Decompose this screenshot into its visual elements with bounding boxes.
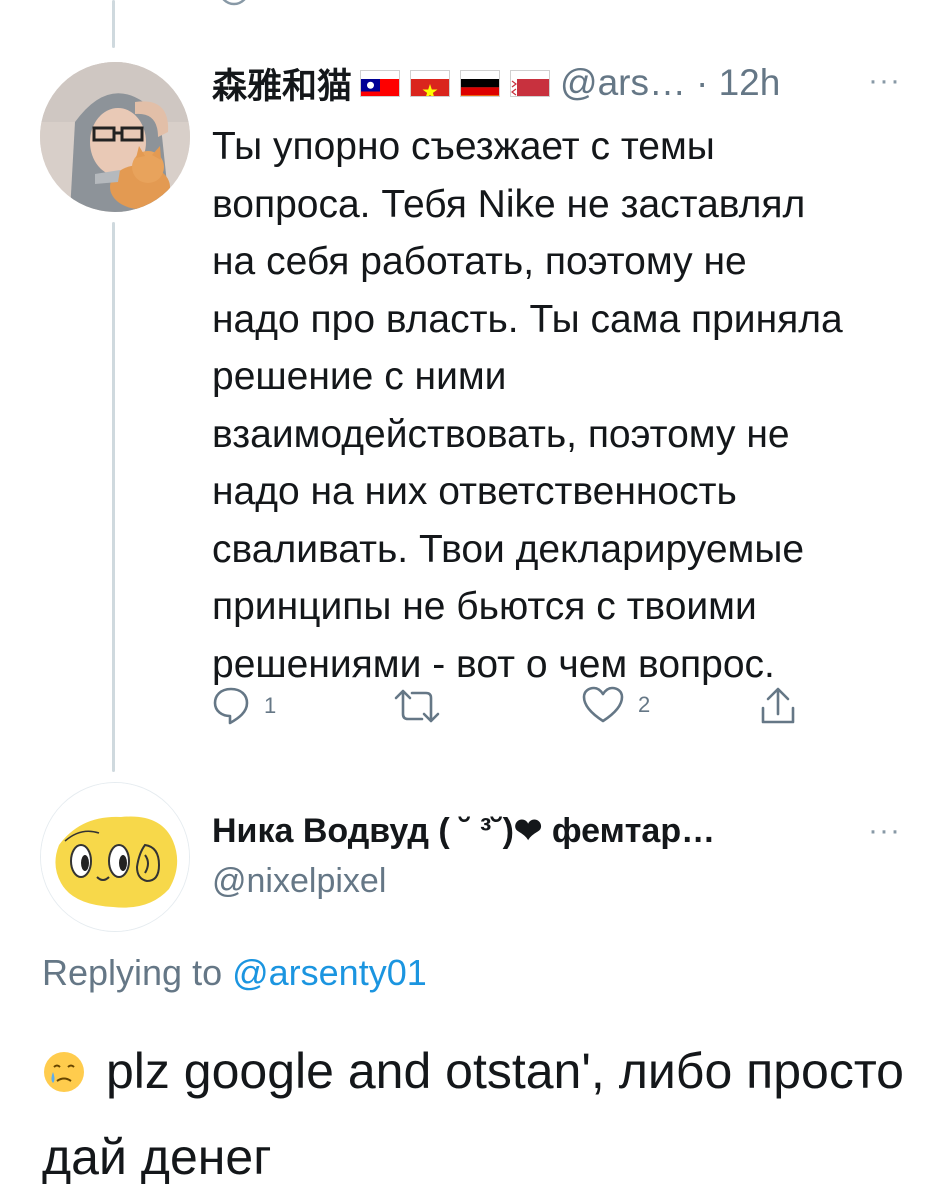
reply-display-name[interactable]: Ника Водвуд ( ˘ ³˘)❤ фемтар… — [212, 808, 715, 854]
avatar-photo — [40, 62, 190, 212]
vietnam-flag-icon — [410, 69, 451, 97]
replying-to-label: Replying to — [42, 952, 233, 993]
previous-tweet-actions — [212, 0, 832, 8]
flags — [360, 69, 560, 97]
retweet-icon — [394, 689, 440, 723]
tweet-actions: 1 2 — [212, 686, 832, 736]
taiwan-flag-icon — [360, 69, 401, 97]
replying-to: Replying to @arsenty01 — [42, 952, 427, 994]
display-name[interactable]: 森雅和猫 — [212, 58, 352, 109]
previous-tweet-icons — [222, 0, 246, 6]
reply-count: 1 — [264, 693, 277, 718]
thread-connector — [112, 222, 115, 772]
like-button[interactable]: 2 — [582, 686, 650, 724]
avatar[interactable] — [40, 62, 190, 212]
avatar-illustration — [41, 783, 189, 931]
germany-flag-icon — [460, 69, 501, 97]
user-handle[interactable]: @ars… — [560, 62, 686, 104]
like-count: 2 — [638, 692, 651, 717]
thread-connector-top — [112, 0, 115, 48]
more-icon[interactable]: ··· — [868, 66, 901, 96]
tweet-header: 森雅和猫 @ars… · 12h — [212, 58, 780, 108]
reply-icon — [213, 687, 249, 725]
like-icon — [582, 686, 624, 723]
share-icon — [761, 687, 795, 724]
retweet-button[interactable] — [392, 686, 442, 726]
timestamp[interactable]: · 12h — [696, 62, 780, 104]
reply-user-handle[interactable]: @nixelpixel — [212, 858, 715, 904]
reply-button[interactable]: 1 — [212, 686, 276, 726]
crying-face-icon — [42, 1034, 86, 1092]
reply-header: Ника Водвуд ( ˘ ³˘)❤ фемтар… @nixelpixel — [212, 808, 715, 904]
replying-to-handle[interactable]: @arsenty01 — [232, 952, 427, 993]
reply-avatar[interactable] — [40, 782, 190, 932]
tweet-text: Ты упорно съезжает с темы вопроса. Тебя … — [212, 125, 843, 686]
belarus-flag-icon — [510, 69, 551, 97]
reply-more-icon[interactable]: ··· — [868, 816, 901, 846]
reply-text: plz google and otstan', либо просто дай … — [42, 1043, 904, 1185]
share-button[interactable] — [760, 686, 796, 726]
reply-text-container: plz google and otstan', либо просто дай … — [42, 1028, 922, 1200]
